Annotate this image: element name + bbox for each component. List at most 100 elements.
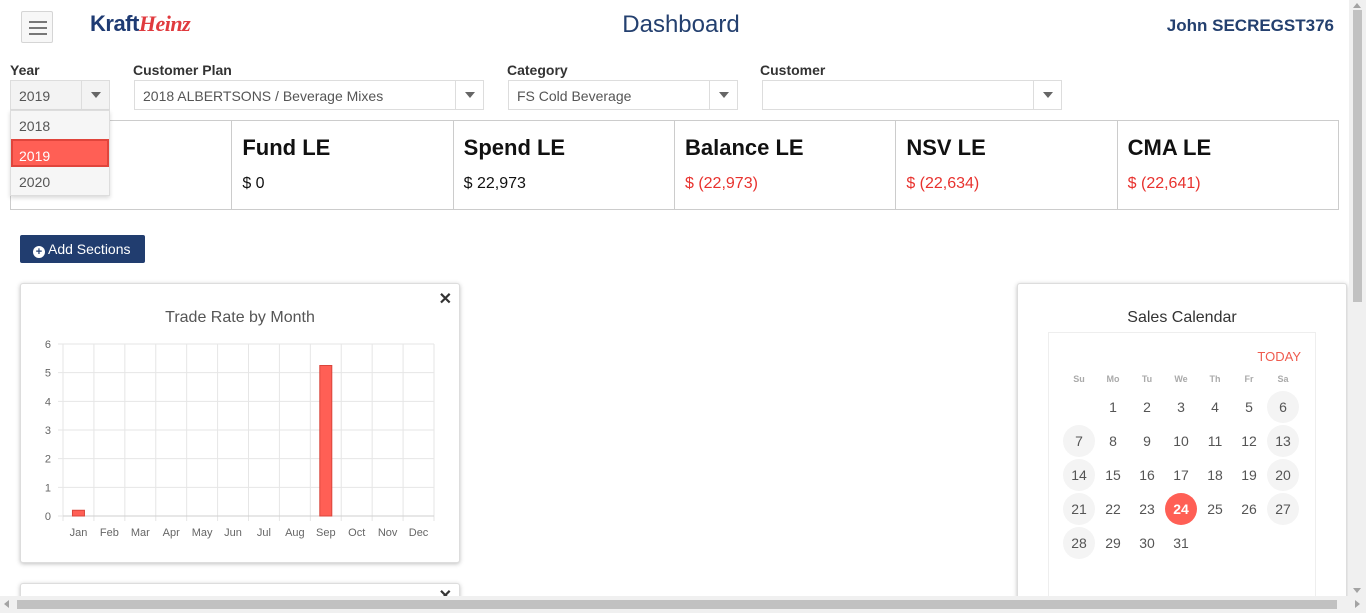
y-tick-label: 4 (45, 396, 51, 408)
chevron-down-icon[interactable] (455, 81, 483, 109)
customer-label: Customer (760, 62, 826, 78)
calendar-day[interactable]: 10 (1165, 425, 1197, 457)
calendar-day[interactable]: 17 (1165, 459, 1197, 491)
year-label: Year (10, 62, 40, 78)
page-title: Dashboard (622, 11, 740, 38)
category-label: Category (507, 62, 568, 78)
year-option[interactable]: 2020 (11, 167, 109, 195)
x-tick-label: Oct (348, 527, 365, 539)
kpi-title: Spend LE (463, 135, 566, 160)
x-tick-label: May (192, 527, 213, 539)
weekday-label: Sa (1277, 374, 1289, 384)
x-tick-label: Aug (285, 527, 305, 539)
weekday-label: Tu (1141, 374, 1153, 384)
calendar-day[interactable]: 23 (1131, 493, 1163, 525)
y-tick-label: 0 (45, 511, 51, 523)
customer-plan-select[interactable]: 2018 ALBERTSONS / Beverage Mixes (134, 80, 484, 110)
year-option[interactable]: 2018 (11, 111, 109, 139)
calendar-day[interactable]: 11 (1199, 425, 1231, 457)
x-tick-label: Dec (409, 527, 429, 539)
chart-bar (319, 365, 333, 517)
calendar-day[interactable]: 13 (1267, 425, 1299, 457)
calendar-title: Sales Calendar (1127, 309, 1237, 326)
x-tick-label: Jul (257, 527, 271, 539)
weekday-label: Th (1209, 374, 1221, 384)
calendar-day[interactable]: 30 (1131, 527, 1163, 559)
calendar-day[interactable]: 9 (1131, 425, 1163, 457)
calendar-day[interactable]: 26 (1233, 493, 1265, 525)
horizontal-scrollbar[interactable] (0, 596, 1366, 613)
kpi-title: Balance LE (684, 135, 804, 160)
y-tick-label: 1 (45, 482, 51, 494)
chevron-down-icon[interactable] (1033, 81, 1061, 109)
calendar-day-today[interactable]: 24 (1165, 493, 1197, 525)
calendar-day[interactable]: 27 (1267, 493, 1299, 525)
kpi-value: $ (22,973) (684, 175, 758, 192)
chart-bar (71, 509, 85, 517)
horizontal-scrollbar-thumb[interactable] (17, 600, 1337, 609)
calendar-day[interactable]: 18 (1199, 459, 1231, 491)
x-tick-label: Jun (224, 527, 242, 539)
calendar-day[interactable]: 19 (1233, 459, 1265, 491)
add-sections-label: Add Sections (48, 241, 131, 257)
y-tick-label: 5 (45, 368, 51, 380)
kpi-value: $ (22,641) (1127, 175, 1201, 192)
calendar-day[interactable]: 12 (1233, 425, 1265, 457)
scroll-right-icon[interactable] (1355, 600, 1360, 608)
vertical-scrollbar-thumb[interactable] (1353, 10, 1362, 302)
kpi-cell-fund: Fund LE $ 0 (231, 121, 452, 209)
category-select[interactable]: FS Cold Beverage (508, 80, 738, 110)
weekday-label: Fr (1244, 374, 1254, 384)
chevron-down-icon[interactable] (709, 81, 737, 109)
kpi-cell-spend: Spend LE $ 22,973 (452, 121, 674, 209)
scroll-up-icon[interactable] (1353, 3, 1361, 8)
customer-plan-select-value: 2018 ALBERTSONS / Beverage Mixes (143, 88, 384, 104)
customer-select[interactable] (762, 80, 1062, 110)
weekday-label: We (1174, 374, 1188, 384)
calendar-day[interactable]: 14 (1063, 459, 1095, 491)
calendar-day[interactable]: 20 (1267, 459, 1299, 491)
calendar-day[interactable]: 29 (1097, 527, 1129, 559)
today-button[interactable]: TODAY (1257, 349, 1301, 364)
calendar-day[interactable]: 1 (1097, 391, 1129, 423)
customer-plan-label: Customer Plan (133, 62, 232, 78)
add-sections-button[interactable]: + Add Sections (20, 235, 145, 263)
calendar-day[interactable]: 4 (1199, 391, 1231, 423)
user-name[interactable]: John SECREGST376 (1167, 16, 1334, 36)
year-select[interactable]: 2019 (10, 80, 110, 110)
y-tick-label: 2 (45, 454, 51, 466)
kpi-title: NSV LE (906, 135, 986, 160)
vertical-scrollbar[interactable] (1349, 0, 1366, 596)
year-select-value: 2019 (19, 88, 51, 104)
kpi-cell-balance: Balance LE $ (22,973) (673, 121, 895, 209)
calendar-day[interactable]: 25 (1199, 493, 1231, 525)
x-tick-label: Jan (70, 527, 88, 539)
calendar-day[interactable]: 28 (1063, 527, 1095, 559)
calendar-day[interactable]: 15 (1097, 459, 1129, 491)
kpi-title: CMA LE (1127, 135, 1212, 160)
calendar-day[interactable]: 3 (1165, 391, 1197, 423)
kpi-cell-cma: CMA LE $ (22,641) (1116, 121, 1338, 209)
category-select-value: FS Cold Beverage (517, 88, 632, 104)
calendar-day[interactable]: 31 (1165, 527, 1197, 559)
weekday-label: Mo (1106, 374, 1120, 384)
kpi-cell-nsv: NSV LE $ (22,634) (895, 121, 1116, 209)
calendar-day[interactable]: 2 (1131, 391, 1163, 423)
x-tick-label: Feb (100, 527, 119, 539)
chevron-down-icon[interactable] (81, 81, 109, 109)
kpi-title: Fund LE (242, 135, 331, 160)
year-option-selected[interactable]: 2019 (11, 139, 109, 167)
scroll-down-icon[interactable] (1353, 588, 1361, 593)
calendar-day[interactable]: 8 (1097, 425, 1129, 457)
calendar-day[interactable]: 7 (1063, 425, 1095, 457)
calendar-day[interactable]: 16 (1131, 459, 1163, 491)
weekday-label: Su (1073, 374, 1085, 384)
scroll-left-icon[interactable] (4, 600, 9, 608)
calendar-day[interactable]: 5 (1233, 391, 1265, 423)
x-tick-label: Apr (163, 527, 180, 539)
calendar-day[interactable]: 21 (1063, 493, 1095, 525)
calendar-day[interactable]: 22 (1097, 493, 1129, 525)
plus-circle-icon: + (33, 246, 45, 258)
y-tick-label: 3 (45, 425, 51, 437)
calendar-day[interactable]: 6 (1267, 391, 1299, 423)
